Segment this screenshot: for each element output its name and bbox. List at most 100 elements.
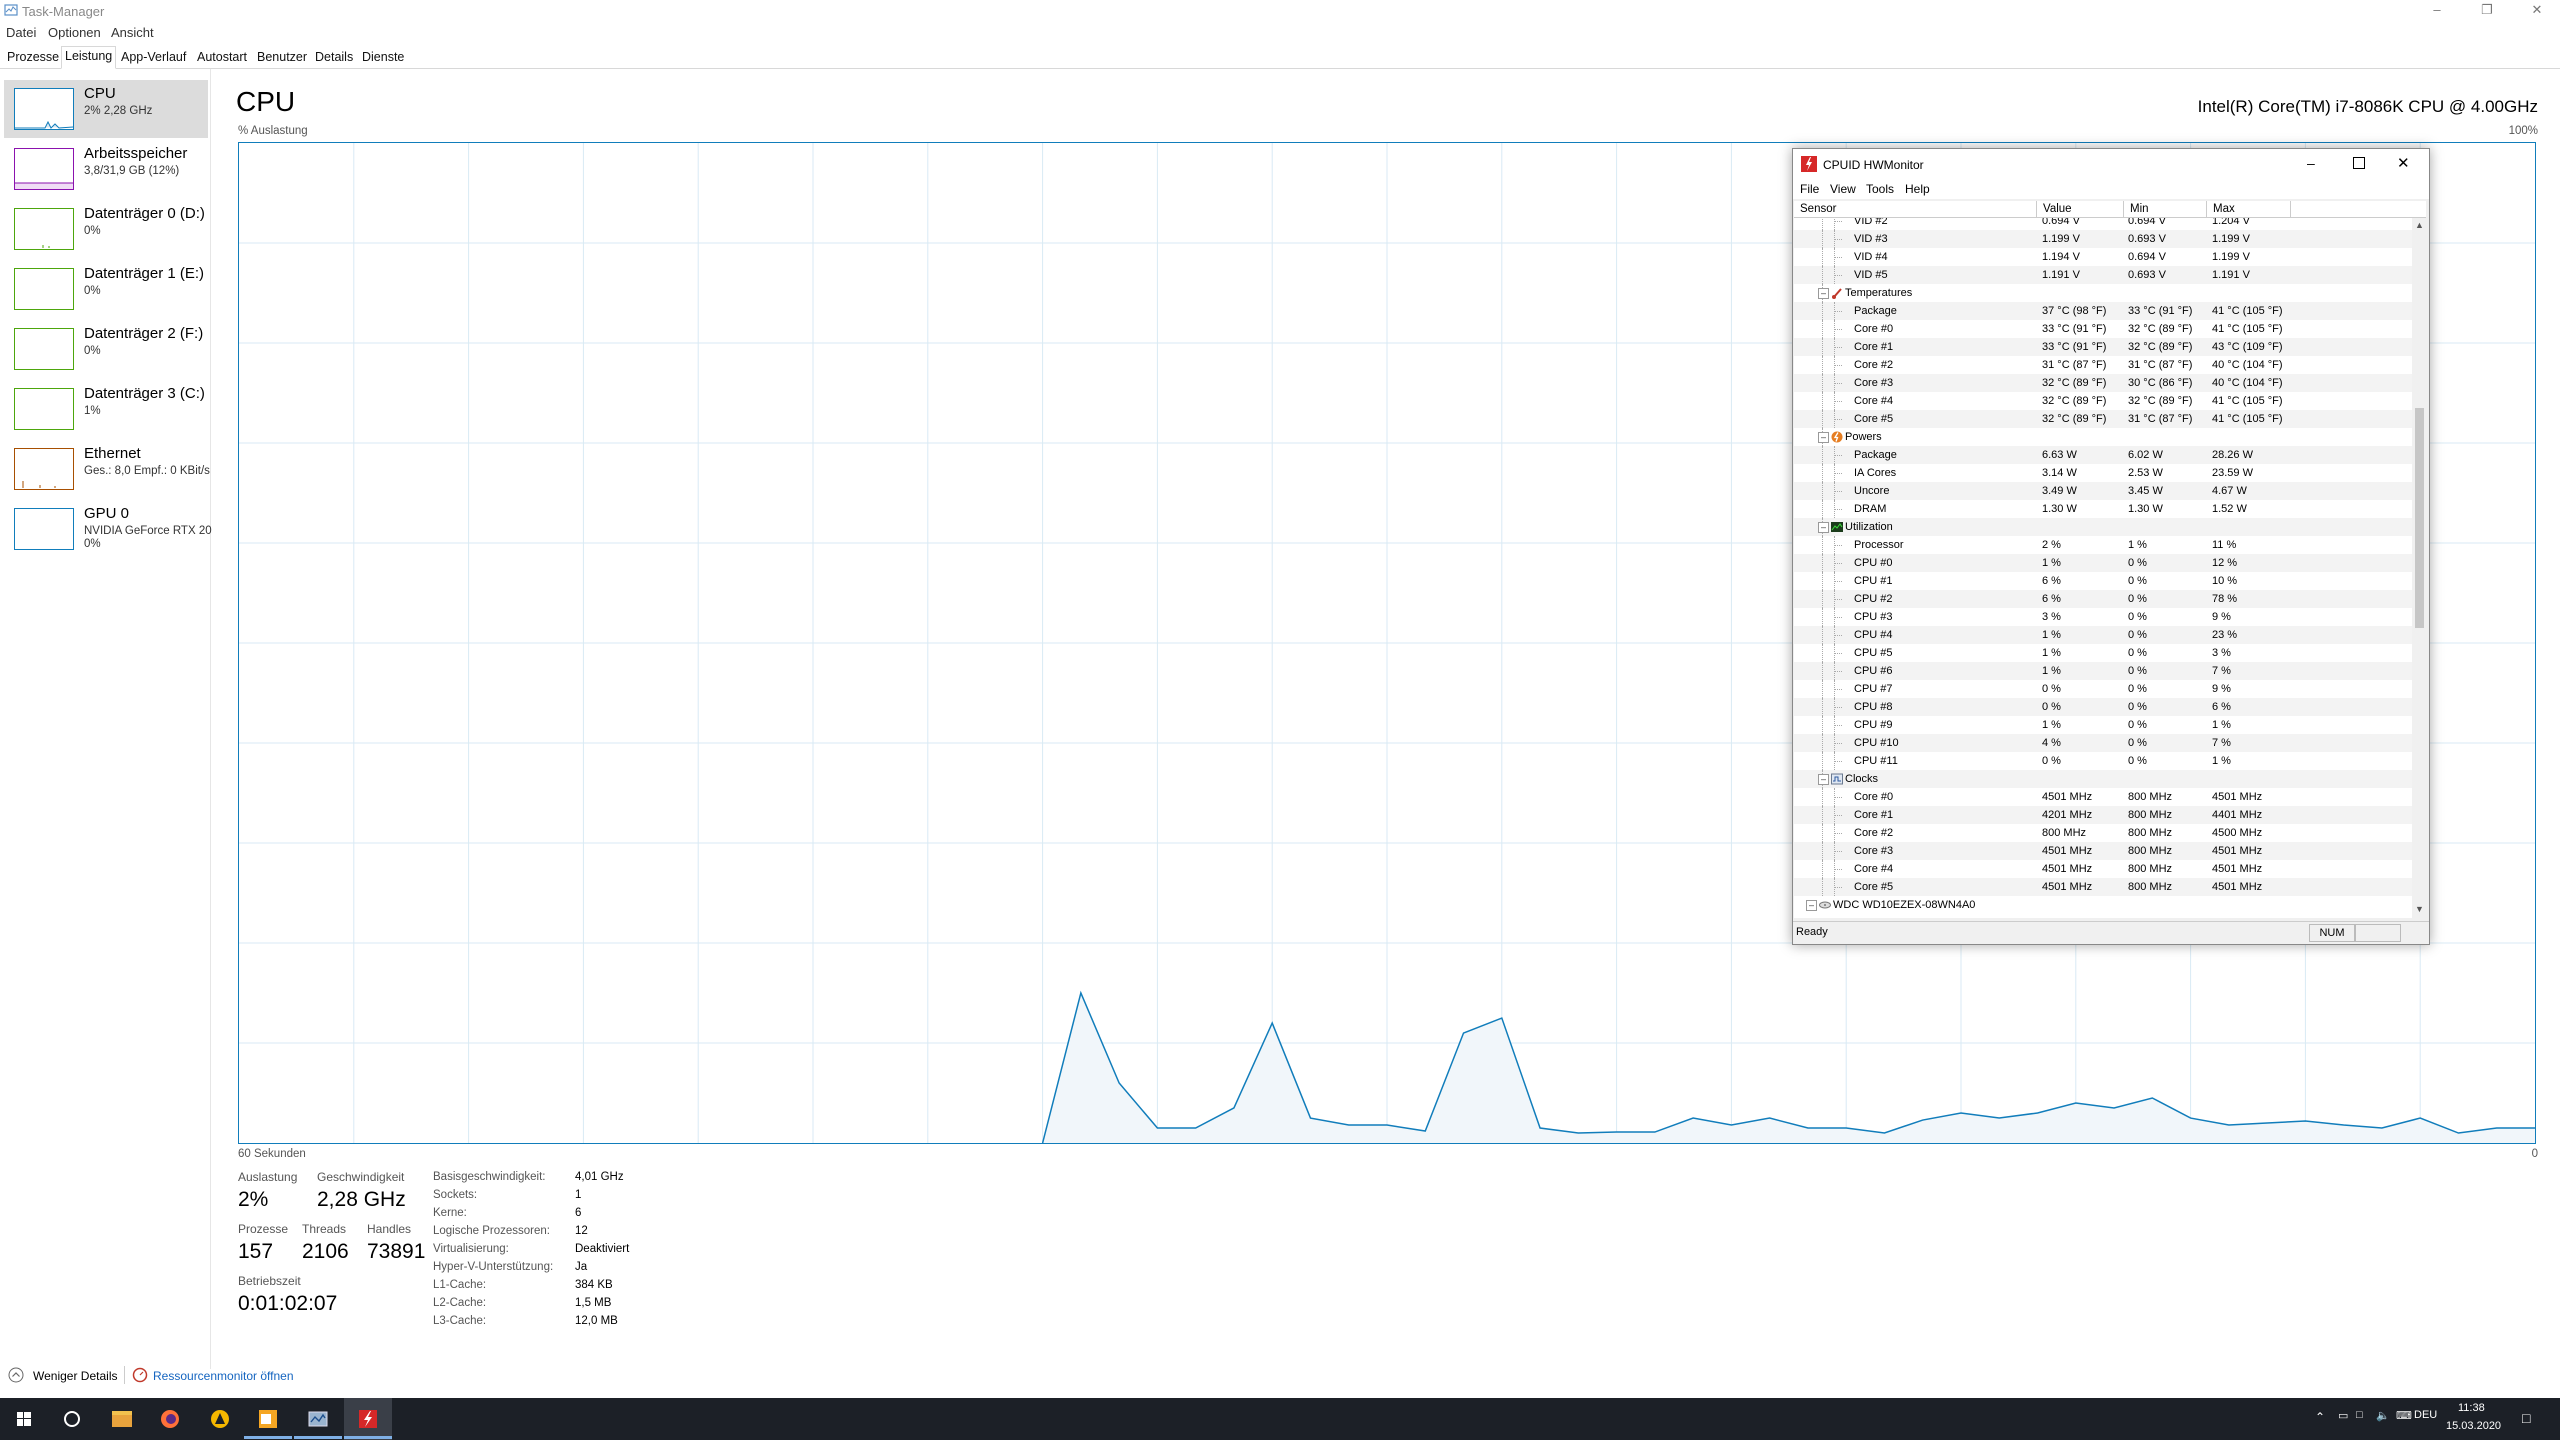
collapse-toggle-icon[interactable]: –: [1818, 774, 1829, 785]
sensor-row[interactable]: Package 6.63 W 6.02 W 28.26 W: [1794, 446, 2412, 464]
hwmonitor-taskbar-button[interactable]: [344, 1398, 392, 1440]
column-max[interactable]: Max: [2207, 201, 2291, 217]
sensor-row[interactable]: Core #4 32 °C (89 °F) 32 °C (89 °F) 41 °C (…: [1794, 392, 2412, 410]
menu-help[interactable]: Help: [1905, 182, 1930, 196]
sensor-row[interactable]: CPU #4 1 % 0 % 23 %: [1794, 626, 2412, 644]
menu-tools[interactable]: Tools: [1866, 182, 1894, 196]
tab-dienste[interactable]: Dienste: [359, 48, 407, 67]
close-button[interactable]: ✕: [2514, 0, 2560, 22]
sensor-row[interactable]: Core #1 4201 MHz 800 MHz 4401 MHz: [1794, 806, 2412, 824]
fewer-details-link[interactable]: Weniger Details: [33, 1369, 117, 1383]
menu-ansicht[interactable]: Ansicht: [111, 25, 154, 40]
clock-date[interactable]: 15.03.2020: [2446, 1420, 2501, 1432]
clock-time[interactable]: 11:38: [2458, 1402, 2485, 1414]
device-row[interactable]: – WDC WD10EZEX-08WN4A0: [1794, 896, 2412, 914]
sensor-group[interactable]: – Temperatures: [1794, 284, 2412, 302]
sidebar-item-disk-3[interactable]: Datenträger 3 (C:) 1%: [4, 380, 208, 438]
sensor-row[interactable]: IA Cores 3.14 W 2.53 W 23.59 W: [1794, 464, 2412, 482]
sensor-row[interactable]: CPU #7 0 % 0 % 9 %: [1794, 680, 2412, 698]
tab-leistung[interactable]: Leistung: [61, 46, 117, 69]
collapse-toggle-icon[interactable]: –: [1818, 522, 1829, 533]
sensor-row[interactable]: Core #0 4501 MHz 800 MHz 4501 MHz: [1794, 788, 2412, 806]
sensor-row[interactable]: CPU #0 1 % 0 % 12 %: [1794, 554, 2412, 572]
close-button[interactable]: ✕: [2397, 154, 2410, 172]
collapse-toggle-icon[interactable]: –: [1818, 432, 1829, 443]
sensor-row[interactable]: CPU #9 1 % 0 % 1 %: [1794, 716, 2412, 734]
tab-app-verlauf[interactable]: App-Verlauf: [118, 48, 189, 67]
vertical-scrollbar[interactable]: ▲ ▼: [2412, 218, 2427, 918]
language-indicator[interactable]: DEU: [2414, 1409, 2437, 1421]
scroll-up-icon[interactable]: ▲: [2415, 220, 2424, 230]
network-icon[interactable]: □: [2356, 1409, 2363, 1421]
scroll-down-icon[interactable]: ▼: [2415, 904, 2424, 914]
sidebar-item-disk-0[interactable]: Datenträger 0 (D:) 0%: [4, 200, 208, 258]
cortana-icon[interactable]: [48, 1398, 96, 1440]
sensor-group[interactable]: – Clocks: [1794, 770, 2412, 788]
tab-prozesse[interactable]: Prozesse: [4, 48, 62, 67]
sensor-row[interactable]: VID #5 1.191 V 0.693 V 1.191 V: [1794, 266, 2412, 284]
sensor-row[interactable]: CPU #10 4 % 0 % 7 %: [1794, 734, 2412, 752]
expand-toggle-icon[interactable]: –: [1806, 900, 1817, 911]
warning-app-icon[interactable]: [196, 1398, 244, 1440]
task-manager-icon[interactable]: [294, 1398, 342, 1440]
maximize-button[interactable]: [2353, 157, 2365, 169]
menu-optionen[interactable]: Optionen: [48, 25, 101, 40]
open-resource-monitor-link[interactable]: Ressourcenmonitor öffnen: [153, 1369, 294, 1383]
column-sensor[interactable]: Sensor: [1794, 201, 2037, 217]
sidebar-item-disk-1[interactable]: Datenträger 1 (E:) 0%: [4, 260, 208, 318]
keyboard-icon[interactable]: ⌨: [2396, 1409, 2412, 1422]
firefox-icon[interactable]: [146, 1398, 194, 1440]
column-value[interactable]: Value: [2037, 201, 2124, 217]
sensor-row[interactable]: Processor 2 % 1 % 11 %: [1794, 536, 2412, 554]
column-min[interactable]: Min: [2124, 201, 2207, 217]
sensor-row[interactable]: Core #2 800 MHz 800 MHz 4500 MHz: [1794, 824, 2412, 842]
sidebar-item-ethernet[interactable]: Ethernet Ges.: 8,0 Empf.: 0 KBit/s: [4, 440, 210, 498]
sensor-row[interactable]: CPU #5 1 % 0 % 3 %: [1794, 644, 2412, 662]
volume-icon[interactable]: 🔈: [2376, 1409, 2390, 1422]
outlook-icon[interactable]: [244, 1398, 292, 1440]
sidebar-item-memory[interactable]: Arbeitsspeicher 3,8/31,9 GB (12%): [4, 140, 208, 198]
sensor-group[interactable]: – Utilization: [1794, 518, 2412, 536]
chevron-up-icon[interactable]: [8, 1367, 24, 1383]
sensor-row[interactable]: Core #2 31 °C (87 °F) 31 °C (87 °F) 40 °C (…: [1794, 356, 2412, 374]
sensor-row[interactable]: Core #5 32 °C (89 °F) 31 °C (87 °F) 41 °C (…: [1794, 410, 2412, 428]
action-center-icon[interactable]: □: [2522, 1410, 2530, 1426]
sensor-row[interactable]: CPU #3 3 % 0 % 9 %: [1794, 608, 2412, 626]
sensor-row[interactable]: Core #5 4501 MHz 800 MHz 4501 MHz: [1794, 878, 2412, 896]
start-icon[interactable]: [0, 1398, 48, 1440]
collapse-toggle-icon[interactable]: –: [1818, 288, 1829, 299]
sidebar-item-disk-2[interactable]: Datenträger 2 (F:) 0%: [4, 320, 208, 378]
sensor-row[interactable]: Core #0 33 °C (91 °F) 32 °C (89 °F) 41 °C (…: [1794, 320, 2412, 338]
sensor-row[interactable]: VID #4 1.194 V 0.694 V 1.199 V: [1794, 248, 2412, 266]
sensor-row[interactable]: DRAM 1.30 W 1.30 W 1.52 W: [1794, 500, 2412, 518]
tab-details[interactable]: Details: [312, 48, 356, 67]
sensor-row[interactable]: CPU #8 0 % 0 % 6 %: [1794, 698, 2412, 716]
restore-button[interactable]: ❐: [2464, 0, 2510, 22]
sensor-row[interactable]: CPU #6 1 % 0 % 7 %: [1794, 662, 2412, 680]
sensor-row[interactable]: Core #3 4501 MHz 800 MHz 4501 MHz: [1794, 842, 2412, 860]
tray-chevron-icon[interactable]: ⌃: [2315, 1410, 2325, 1424]
scrollbar-thumb[interactable]: [2415, 408, 2424, 628]
menu-view[interactable]: View: [1830, 182, 1856, 196]
sensor-row[interactable]: Core #3 32 °C (89 °F) 30 °C (86 °F) 40 °C (…: [1794, 374, 2412, 392]
sensor-row[interactable]: Core #1 33 °C (91 °F) 32 °C (89 °F) 43 °C (…: [1794, 338, 2412, 356]
sensor-row[interactable]: VID #3 1.199 V 0.693 V 1.199 V: [1794, 230, 2412, 248]
sensor-row[interactable]: Core #4 4501 MHz 800 MHz 4501 MHz: [1794, 860, 2412, 878]
sensor-row[interactable]: CPU #2 6 % 0 % 78 %: [1794, 590, 2412, 608]
menu-datei[interactable]: Datei: [6, 25, 36, 40]
sidebar-item-cpu[interactable]: CPU 2% 2,28 GHz: [4, 80, 208, 138]
sensor-row[interactable]: Package 37 °C (98 °F) 33 °C (91 °F) 41 °C (…: [1794, 302, 2412, 320]
explorer-icon[interactable]: [98, 1398, 146, 1440]
sensor-row[interactable]: Uncore 3.49 W 3.45 W 4.67 W: [1794, 482, 2412, 500]
sensor-row[interactable]: CPU #11 0 % 0 % 1 %: [1794, 752, 2412, 770]
sensor-row[interactable]: VID #2 0.694 V 0.694 V 1.204 V: [1794, 218, 2412, 230]
sensor-group[interactable]: – Powers: [1794, 428, 2412, 446]
minimize-button[interactable]: –: [2414, 0, 2460, 22]
menu-file[interactable]: File: [1800, 182, 1819, 196]
minimize-button[interactable]: –: [2307, 155, 2315, 171]
tab-benutzer[interactable]: Benutzer: [254, 48, 310, 67]
tab-autostart[interactable]: Autostart: [194, 48, 250, 67]
tray-notification-icon[interactable]: ▭: [2338, 1409, 2348, 1422]
sidebar-item-gpu[interactable]: GPU 0 NVIDIA GeForce RTX 208 0%: [4, 500, 212, 558]
resource-monitor-icon[interactable]: [132, 1367, 148, 1383]
